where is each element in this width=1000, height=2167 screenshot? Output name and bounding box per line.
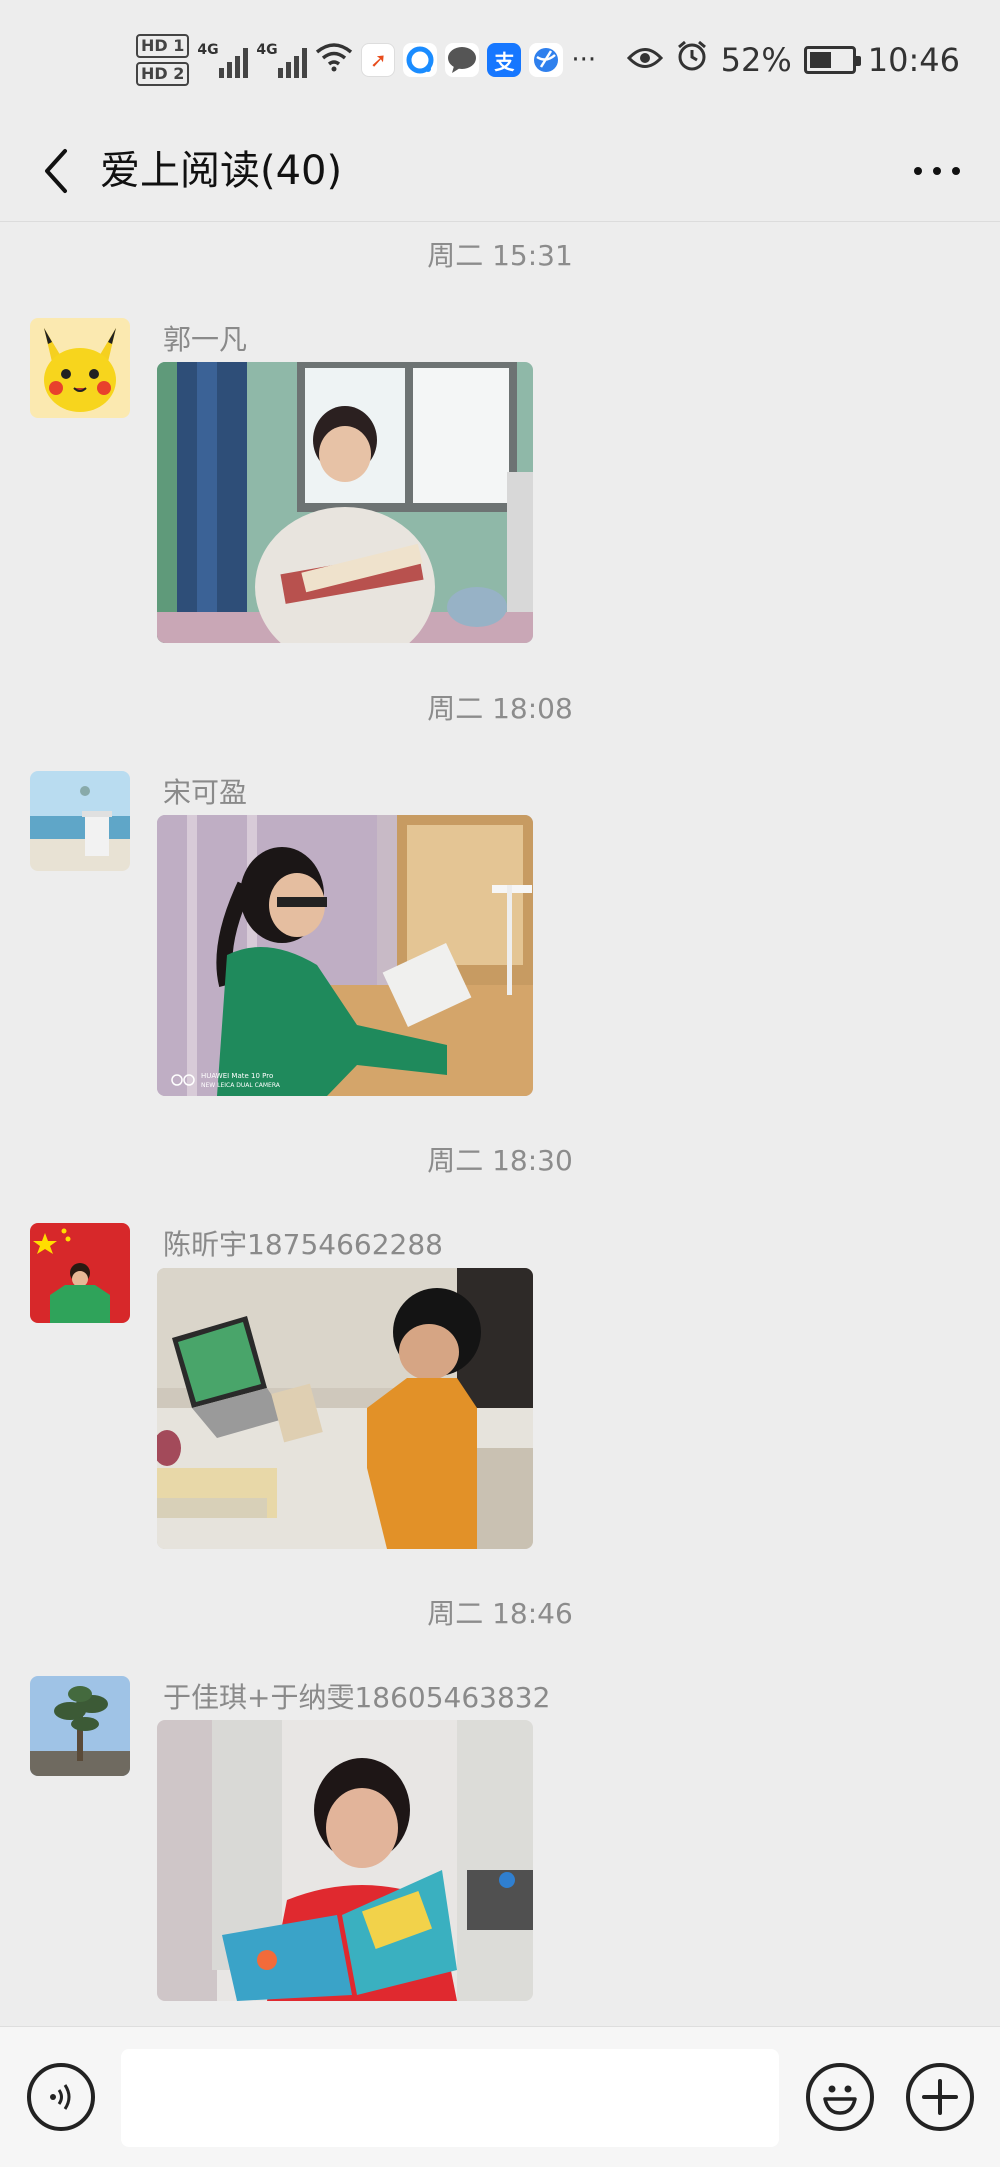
status-bar: HD 1 HD 2 4G 4G ➚ 支 ··· 52% 10:46: [0, 0, 1000, 120]
chevron-left-icon: [45, 149, 67, 193]
network-type-2: 4G: [256, 42, 278, 58]
more-functions-button[interactable]: [906, 2063, 974, 2131]
boy-reading-laptop-photo-icon: [157, 1268, 533, 1549]
emoji-button[interactable]: [806, 2063, 874, 2131]
back-button[interactable]: [26, 138, 86, 204]
sender-name: 陈昕宇18754662288: [163, 1228, 443, 1261]
hd-indicators: HD 1 HD 2: [136, 34, 190, 86]
pikachu-avatar-icon: [30, 318, 130, 418]
alarm-icon: [675, 39, 709, 81]
dot-icon: [933, 167, 941, 175]
globe-app-icon: [529, 43, 564, 77]
hd2-badge: HD 2: [136, 62, 190, 86]
voice-input-button[interactable]: [27, 2063, 95, 2131]
more-options-button[interactable]: [902, 138, 972, 204]
voice-icon: [50, 2084, 71, 2110]
sports-app-icon: ➚: [361, 43, 396, 77]
message-timestamp: 周二 18:46: [427, 1597, 573, 1630]
dot-icon: [914, 167, 922, 175]
signal-icon-sim1: 4G: [197, 42, 249, 78]
photo-watermark-line2: NEW LEICA DUAL CAMERA: [201, 1082, 281, 1089]
sender-name: 于佳琪+于纳雯18605463832: [163, 1681, 551, 1714]
avatar[interactable]: [30, 1223, 130, 1323]
chat-title: 爱上阅读(40): [100, 148, 343, 194]
hd1-badge: HD 1: [136, 34, 190, 58]
wifi-icon: [315, 42, 353, 78]
signal-icon-sim2: 4G: [256, 42, 308, 78]
tree-avatar-icon: [30, 1676, 130, 1776]
dot-icon: [952, 167, 960, 175]
network-type-1: 4G: [197, 42, 219, 58]
image-message[interactable]: [157, 1720, 533, 2001]
photo-watermark-line1: HUAWEI Mate 10 Pro: [201, 1072, 273, 1080]
smiley-icon: [823, 2085, 857, 2115]
browser-app-icon: [403, 43, 438, 77]
sender-name: 郭一凡: [163, 323, 248, 356]
image-message[interactable]: [157, 362, 533, 643]
message-input[interactable]: [121, 2049, 779, 2147]
message-timestamp: 周二 15:31: [427, 239, 573, 272]
image-message[interactable]: [157, 1268, 533, 1549]
status-left: HD 1 HD 2 4G 4G ➚ 支 ···: [136, 30, 596, 90]
avatar[interactable]: [30, 1676, 130, 1776]
girl-reading-book-photo-icon: [157, 1720, 533, 2001]
battery-percent: 52%: [720, 41, 792, 79]
status-right: 52% 10:46: [626, 30, 960, 90]
girl-reading-desk-photo-icon: HUAWEI Mate 10 Pro NEW LEICA DUAL CAMERA: [157, 815, 533, 1096]
avatar[interactable]: [30, 771, 130, 871]
chat-bubble-icon: [445, 43, 480, 77]
clock-time: 10:46: [867, 41, 960, 79]
eye-icon: [626, 41, 663, 79]
plus-icon: [922, 2079, 958, 2115]
beach-avatar-icon: [30, 771, 130, 871]
girl-reading-photo-icon: [157, 362, 533, 643]
message-timestamp: 周二 18:08: [427, 692, 573, 725]
battery-icon: [803, 46, 861, 74]
input-bar: [0, 2026, 1000, 2167]
chat-header: 爱上阅读(40): [0, 120, 1000, 222]
message-timestamp: 周二 18:30: [427, 1144, 573, 1177]
image-message[interactable]: HUAWEI Mate 10 Pro NEW LEICA DUAL CAMERA: [157, 815, 533, 1096]
sender-name: 宋可盈: [163, 776, 248, 809]
avatar[interactable]: [30, 318, 130, 418]
more-notifications-icon: ···: [571, 45, 597, 75]
alipay-app-icon: 支: [487, 43, 522, 77]
flag-boy-avatar-icon: [30, 1223, 130, 1323]
